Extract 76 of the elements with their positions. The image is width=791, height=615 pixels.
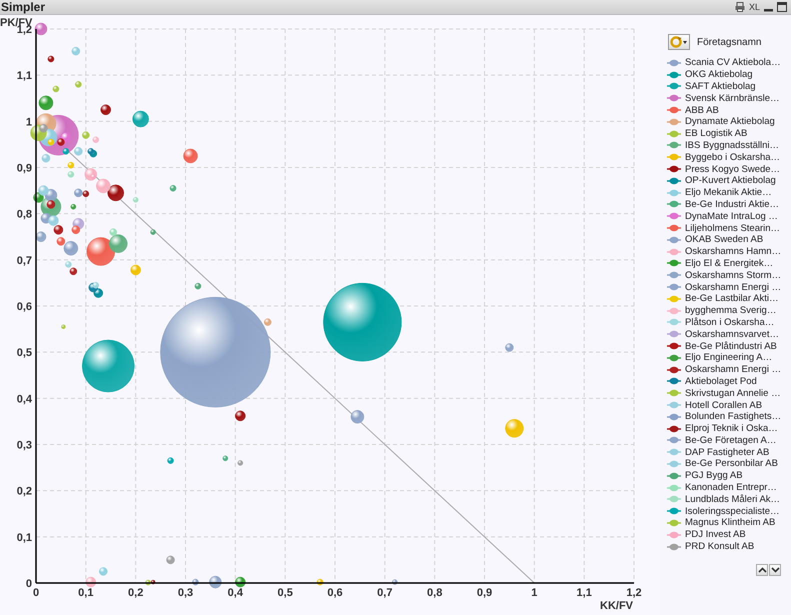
legend-label[interactable]: Hotell Corallen AB bbox=[685, 400, 762, 410]
excel-button[interactable]: XL bbox=[748, 2, 760, 12]
legend-label[interactable]: PRD Konsult AB bbox=[685, 541, 754, 552]
axis-tick-label: 1,1 bbox=[16, 70, 32, 82]
axis-tick-label: 0 bbox=[32, 587, 40, 599]
legend-label[interactable]: Eljo El & Energitek… bbox=[685, 258, 774, 269]
legend-label[interactable]: Aktiebolaget Pod bbox=[685, 376, 757, 387]
legend-label[interactable]: Eljo Engineering A… bbox=[685, 352, 772, 364]
legend-label[interactable]: Svensk Kärnbränsle… bbox=[685, 92, 780, 104]
axis-tick-label: 0,8 bbox=[427, 587, 442, 599]
axis-tick-label: 0,7 bbox=[377, 587, 392, 599]
legend-label[interactable]: Oskarshamn Energi … bbox=[685, 282, 782, 293]
legend-label[interactable]: Oskarshamns Hamn… bbox=[685, 246, 782, 258]
legend-title: Företagsnamn bbox=[697, 36, 762, 48]
axis-tick-label: 0 bbox=[26, 578, 32, 590]
legend-label[interactable]: DAP Fastigheter AB bbox=[685, 446, 770, 458]
axis-tick-label: 0,4 bbox=[16, 393, 32, 406]
legend-label[interactable]: Scania CV Aktiebola… bbox=[685, 57, 781, 68]
axis-tick-label: 0,7 bbox=[16, 254, 32, 267]
legend-label[interactable]: Press Kogyo Swede… bbox=[685, 164, 780, 175]
legend-label[interactable]: Be-Ge Industri Aktie… bbox=[685, 198, 779, 210]
axis-tick-label: 0,1 bbox=[16, 532, 32, 544]
sort-button[interactable] bbox=[668, 34, 690, 50]
maximize-icon[interactable] bbox=[777, 2, 787, 12]
legend-label[interactable]: Plåtson i Oskarsha… bbox=[685, 316, 774, 328]
axis-tick-label: 0,2 bbox=[128, 587, 144, 599]
legend-label[interactable]: Elproj Teknik i Oska… bbox=[685, 423, 778, 434]
legend-label[interactable]: IBS Byggnadsställni… bbox=[685, 140, 779, 151]
legend-label[interactable]: OKG Aktiebolag bbox=[685, 69, 753, 80]
axis-tick-label: 0,3 bbox=[16, 440, 32, 452]
legend-label[interactable]: Eljo Mekanik Aktie… bbox=[685, 187, 772, 198]
legend-label[interactable]: EB Logistik AB bbox=[685, 128, 748, 140]
axis-tick-label: 1 bbox=[531, 587, 538, 599]
axis-tick-label: 0,5 bbox=[278, 587, 293, 599]
legend-label[interactable]: PDJ Invest AB bbox=[685, 529, 746, 540]
legend-label[interactable]: Liljeholmens Stearin… bbox=[685, 222, 780, 234]
x-axis-title: KK/FV bbox=[600, 600, 633, 612]
legend-label[interactable]: DynaMate IntraLog … bbox=[685, 210, 778, 222]
legend-label[interactable]: Oskarshamnsvarvet… bbox=[685, 328, 779, 340]
axis-tick-label: 0,9 bbox=[476, 587, 492, 599]
legend-label[interactable]: Oskarshamn Energi … bbox=[685, 364, 782, 376]
legend-label[interactable]: SAFT Aktiebolag bbox=[685, 80, 756, 92]
legend-label[interactable]: Dynamate Aktiebolag bbox=[685, 116, 775, 128]
axis-tick-label: 1 bbox=[26, 116, 32, 128]
axis-tick-label: 0,3 bbox=[178, 587, 194, 599]
legend-label[interactable]: Be-Ge Personbilar AB bbox=[685, 458, 778, 470]
legend-label[interactable]: Oskarshamns Storm… bbox=[685, 270, 782, 281]
legend-label[interactable]: Be-Ge Lastbilar Akti… bbox=[685, 293, 778, 304]
legend-label[interactable]: ABB AB bbox=[685, 104, 719, 116]
scroll-up-button[interactable] bbox=[756, 564, 768, 576]
axis-tick-label: 0,6 bbox=[16, 301, 32, 313]
axis-tick-label: 0,5 bbox=[16, 347, 32, 360]
axis-tick-label: 0,4 bbox=[228, 587, 243, 599]
axis-tick-label: 1,2 bbox=[626, 587, 642, 599]
legend-label[interactable]: Be-Ge Företagen A… bbox=[685, 434, 776, 446]
axis-tick-label: 1,1 bbox=[576, 587, 592, 599]
axis-tick-label: 0,6 bbox=[327, 587, 343, 599]
legend-label[interactable]: Isoleringsspecialiste… bbox=[685, 506, 780, 517]
legend-label[interactable]: Be-Ge Plåtindustri AB bbox=[685, 340, 777, 352]
axis-tick-label: 0,1 bbox=[78, 587, 94, 599]
legend-label[interactable]: bygghemma Sverig… bbox=[685, 305, 776, 316]
legend-label[interactable]: Byggebo i Oskarsha… bbox=[685, 152, 780, 163]
legend-label[interactable]: Magnus Klintheim AB bbox=[685, 517, 776, 528]
scroll-down-button[interactable] bbox=[769, 564, 781, 576]
print-icon[interactable] bbox=[734, 2, 745, 12]
axis-tick-label: 0,9 bbox=[16, 162, 32, 174]
legend-label[interactable]: Skrivstugan Annelie … bbox=[685, 388, 781, 399]
axis-tick-label: 0,8 bbox=[16, 208, 32, 221]
legend-label[interactable]: PGJ Bygg AB bbox=[685, 470, 743, 482]
legend-label[interactable]: OKAB Sweden AB bbox=[685, 234, 764, 246]
axis-tick-label: 0,2 bbox=[16, 486, 32, 498]
legend-label[interactable]: OP-Kuvert Aktiebolag bbox=[685, 175, 776, 186]
window-title: Simpler bbox=[1, 0, 46, 14]
legend-label[interactable]: Kanonaden Entrepr… bbox=[685, 482, 777, 494]
legend-label[interactable]: Lundblads Måleri Ak… bbox=[685, 494, 780, 505]
legend-label[interactable]: Bolunden Fastighets… bbox=[685, 411, 782, 422]
